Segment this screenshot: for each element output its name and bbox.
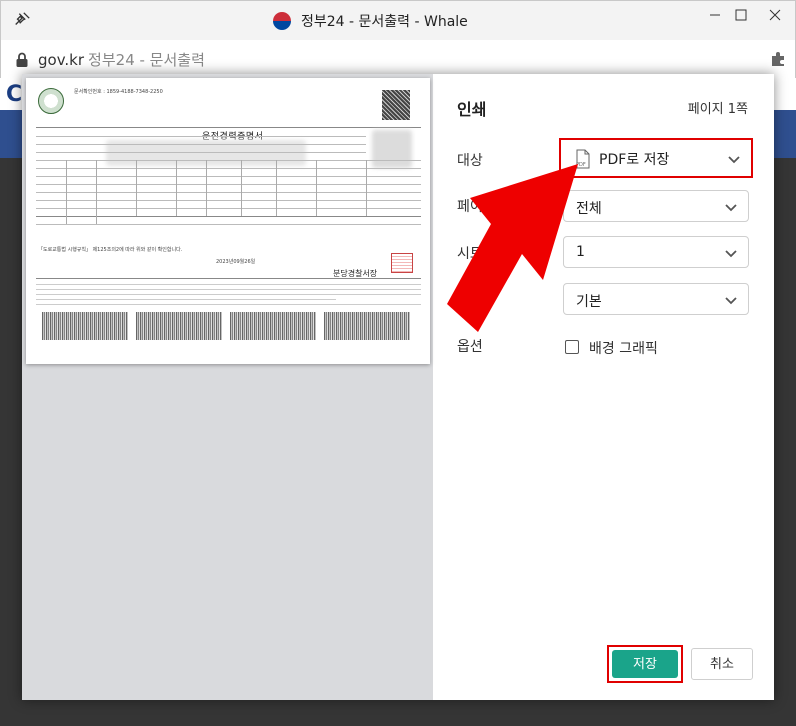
pages-label: 페이지 <box>457 199 496 215</box>
sheets-value: 1 <box>576 244 585 260</box>
barcode-2-icon <box>136 312 222 340</box>
print-heading: 인쇄 <box>457 100 487 119</box>
background-graphics-label[interactable]: 배경 그래픽 <box>589 338 658 358</box>
preview-page: 문서확인번호 : 1859-4188-7348-2250 운전경력증명서 「도로… <box>26 78 430 364</box>
print-dialog: 문서확인번호 : 1859-4188-7348-2250 운전경력증명서 「도로… <box>22 74 774 700</box>
margins-select[interactable]: 기본 <box>563 283 749 315</box>
destination-select[interactable]: PDF PDF로 저장 <box>559 138 753 178</box>
save-button-highlight: 저장 <box>607 645 683 683</box>
police-emblem-icon <box>38 88 64 114</box>
pages-value: 전체 <box>576 201 602 217</box>
background-graphics-checkbox[interactable] <box>565 340 579 354</box>
print-settings-pane: 인쇄 페이지 1쪽 대상 PDF PDF로 저장 페이지 전체 시트당 1 기본… <box>433 74 774 700</box>
lock-icon[interactable] <box>15 52 29 68</box>
destination-label: 대상 <box>457 153 483 169</box>
window-title: 정부24 - 문서출력 - Whale <box>273 10 468 32</box>
destination-value: PDF로 저장 <box>599 152 670 168</box>
korea-emblem-icon <box>273 12 291 30</box>
url-domain: gov.kr <box>38 51 85 69</box>
window-titlebar: 정부24 - 문서출력 - Whale <box>0 0 796 40</box>
barcode-4-icon <box>324 312 410 340</box>
barcode-1-icon <box>42 312 128 340</box>
official-stamp-icon <box>391 253 413 273</box>
site-logo-fragment: C <box>6 82 23 107</box>
window-title-text: 정부24 - 문서출력 - Whale <box>301 14 468 30</box>
redacted-photo <box>372 130 412 168</box>
qr-code-icon <box>382 90 410 120</box>
options-label: 옵션 <box>457 339 483 355</box>
address-bar: gov.kr 정부24 - 문서출력 <box>0 40 796 78</box>
cancel-button[interactable]: 취소 <box>691 648 753 680</box>
chevron-down-icon <box>725 250 737 258</box>
svg-text:PDF: PDF <box>576 162 586 168</box>
url-page-title: 정부24 - 문서출력 <box>88 51 205 69</box>
maximize-icon <box>735 9 747 21</box>
law-note: 「도로교통법 시행규칙」 제125조의2에 따라 위와 같이 확인합니다. <box>38 247 183 253</box>
chevron-down-icon <box>725 204 737 212</box>
pdf-icon: PDF <box>576 149 590 169</box>
chevron-down-icon <box>728 156 740 164</box>
issue-date: 2023년09월26일 <box>216 259 256 265</box>
url-text[interactable]: gov.kr 정부24 - 문서출력 <box>38 49 205 70</box>
puzzle-extension-icon[interactable] <box>769 50 787 68</box>
pages-select[interactable]: 전체 <box>563 190 749 222</box>
page-count: 페이지 1쪽 <box>687 102 748 117</box>
margins-value: 기본 <box>576 294 602 310</box>
close-button[interactable] <box>753 1 796 29</box>
barcode-3-icon <box>230 312 316 340</box>
chevron-down-icon <box>725 297 737 305</box>
doc-number: 문서확인번호 : 1859-4188-7348-2250 <box>74 89 163 95</box>
save-button[interactable]: 저장 <box>612 650 678 678</box>
sheets-label: 시트당 <box>457 246 496 262</box>
sheets-select[interactable]: 1 <box>563 236 749 268</box>
print-preview-pane[interactable]: 문서확인번호 : 1859-4188-7348-2250 운전경력증명서 「도로… <box>22 74 433 700</box>
pin-icon[interactable] <box>13 11 31 29</box>
close-icon <box>769 9 781 21</box>
